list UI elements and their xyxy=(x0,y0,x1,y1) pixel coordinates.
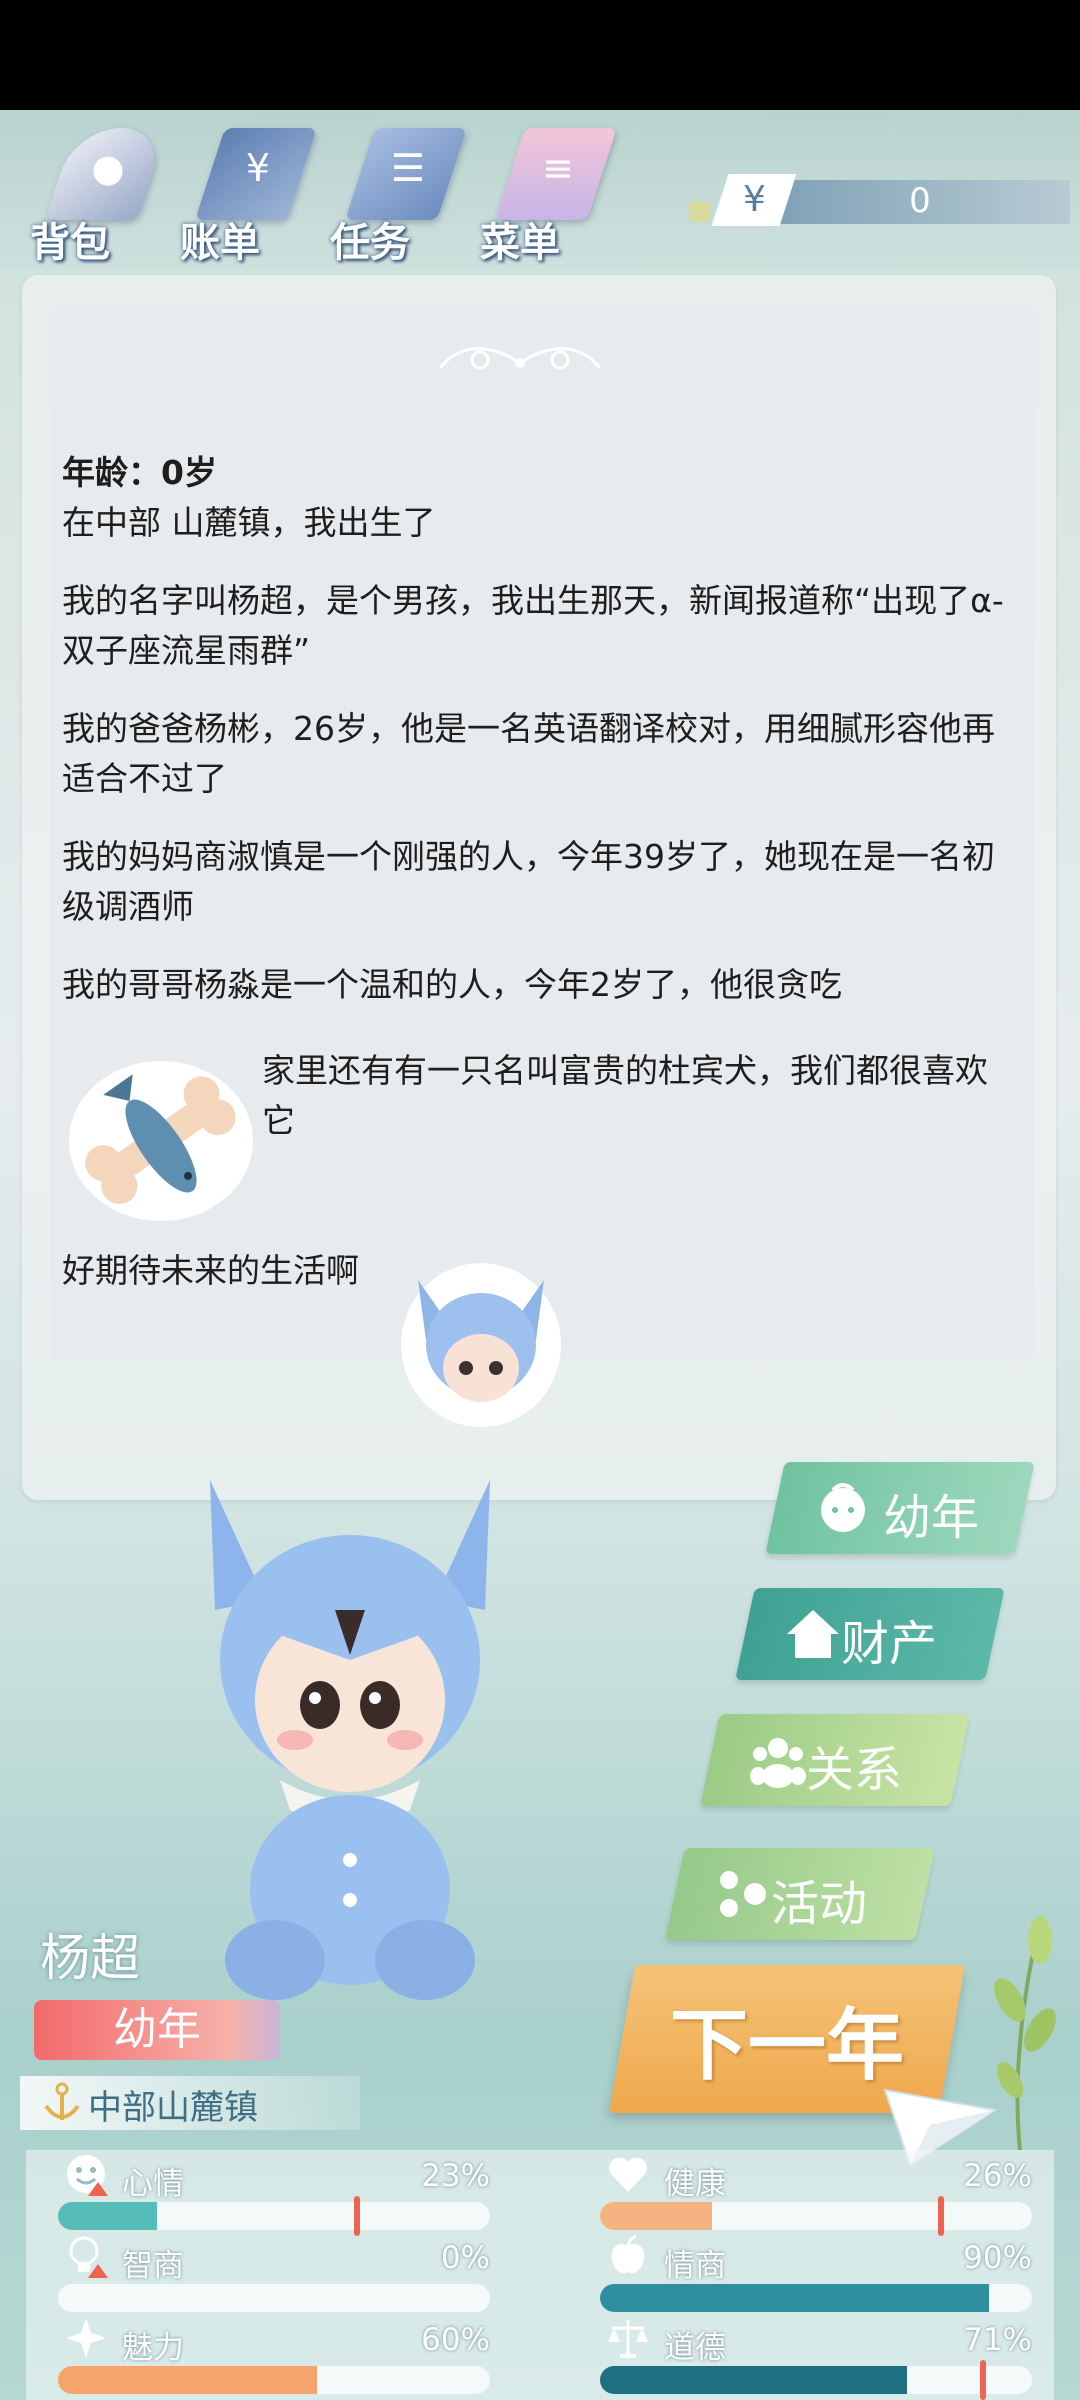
stat-bar xyxy=(58,2284,490,2312)
task-label: 任务 xyxy=(330,220,410,266)
anchor-icon xyxy=(44,2082,80,2120)
smile-icon xyxy=(67,2155,108,2196)
money-display: ¥ 0 xyxy=(690,174,1070,226)
location-badge: 中部山麓镇 xyxy=(20,2076,360,2130)
apple-icon xyxy=(611,2234,645,2274)
closing-line: 好期待未来的生活啊 xyxy=(62,1251,359,1290)
property-button[interactable]: 财产 xyxy=(735,1588,1005,1680)
activity-label: 活动 xyxy=(771,1876,868,1932)
relationship-label: 关系 xyxy=(806,1742,903,1798)
stat-bar xyxy=(58,2202,490,2230)
age-line: 年龄：0岁 xyxy=(62,453,217,492)
ornament-icon xyxy=(438,347,602,370)
property-label: 财产 xyxy=(841,1616,938,1672)
baby-face-icon xyxy=(821,1483,865,1532)
story-line: 我的哥哥杨淼是一个温和的人，今年2岁了，他很贪吃 xyxy=(62,965,842,1004)
story-line: 我的爸爸杨彬，26岁，他是一名英语翻译校对，用细腻形容他再适合不过了 xyxy=(62,709,995,798)
stat-fill xyxy=(58,2366,318,2394)
activity-icon xyxy=(720,1871,766,1917)
activity-button[interactable]: 活动 xyxy=(665,1848,935,1940)
next-year-label: 下一年 xyxy=(669,2001,904,2091)
stat-label: 情商 xyxy=(664,2248,726,2284)
avatar-sticker-icon xyxy=(401,1263,561,1427)
bill-icon: ¥ xyxy=(195,128,317,220)
stat-morality: 道德 71% xyxy=(596,2318,1032,2400)
bone-fish-icon xyxy=(69,1061,253,1221)
house-icon xyxy=(787,1610,839,1658)
stat-value: 0% xyxy=(440,2240,490,2276)
relationship-button[interactable]: 关系 xyxy=(700,1714,970,1806)
bill-button[interactable]: ¥ 账单 xyxy=(180,118,330,268)
stat-value: 60% xyxy=(421,2322,490,2358)
life-stage-badge: 幼年 xyxy=(34,2000,280,2060)
stat-charm: 魅力 60% xyxy=(54,2318,490,2394)
stat-eq: 情商 90% xyxy=(596,2234,1032,2312)
stat-bar xyxy=(58,2366,490,2394)
bag-label: 背包 xyxy=(30,220,110,266)
money-value: 0 xyxy=(909,181,931,221)
sparkle-icon xyxy=(66,2318,106,2358)
stat-value: 23% xyxy=(421,2158,490,2194)
heart-icon xyxy=(609,2157,647,2192)
character-name: 杨超 xyxy=(40,1929,140,1987)
stat-iq: 智商 0% xyxy=(54,2236,490,2312)
stat-value: 26% xyxy=(963,2158,1032,2194)
stat-marker xyxy=(938,2196,944,2236)
bill-label: 账单 xyxy=(180,220,260,266)
stat-label: 智商 xyxy=(122,2248,184,2284)
task-icon: ☰ xyxy=(345,128,467,220)
story-line: 我的妈妈商淑慎是一个刚强的人，今年39岁了，她现在是一名初级调酒师 xyxy=(62,837,995,926)
bag-button[interactable]: ● 背包 xyxy=(30,118,180,268)
stat-bar xyxy=(600,2202,1032,2230)
stat-value: 71% xyxy=(963,2322,1032,2358)
menu-button[interactable]: ≡ 菜单 xyxy=(480,118,630,268)
stat-bar xyxy=(600,2284,1032,2312)
stage-button-label: 幼年 xyxy=(883,1490,980,1546)
scales-icon xyxy=(608,2320,648,2358)
task-button[interactable]: ☰ 任务 xyxy=(330,118,480,268)
stat-bar xyxy=(600,2366,1032,2394)
status-bar xyxy=(0,0,1080,110)
stat-marker xyxy=(980,2360,986,2400)
bag-icon: ● xyxy=(45,128,167,220)
stat-mood: 心情 23% xyxy=(54,2154,490,2236)
location-label: 中部山麓镇 xyxy=(88,2088,258,2128)
stat-fill xyxy=(600,2284,989,2312)
menu-icon: ≡ xyxy=(495,128,617,220)
stat-fill xyxy=(600,2366,907,2394)
story-text: 年龄：0岁 在中部 山麓镇，我出生了 我的名字叫杨超，是个男孩，我出生那天，新闻… xyxy=(62,448,1012,1038)
money-dot xyxy=(690,202,710,222)
stat-label: 道德 xyxy=(664,2330,726,2366)
stage-button-childhood[interactable]: 幼年 xyxy=(765,1462,1035,1554)
stat-fill xyxy=(600,2202,713,2230)
stat-value: 90% xyxy=(963,2240,1032,2276)
stat-label: 心情 xyxy=(122,2166,184,2202)
character-avatar xyxy=(210,1480,490,2000)
lightbulb-icon xyxy=(69,2236,108,2278)
stat-fill xyxy=(58,2202,158,2230)
pet-line: 家里还有有一只名叫富贵的杜宾犬，我们都很喜欢它 xyxy=(262,1051,988,1140)
stat-marker xyxy=(354,2196,360,2236)
stat-label: 健康 xyxy=(664,2166,726,2202)
people-icon xyxy=(750,1738,806,1788)
story-line: 在中部 山麓镇，我出生了 xyxy=(62,503,436,542)
stat-health: 健康 26% xyxy=(596,2154,1032,2236)
story-line: 我的名字叫杨超，是个男孩，我出生那天，新闻报道称“出现了α-双子座流星雨群” xyxy=(62,581,1004,670)
stat-label: 魅力 xyxy=(122,2330,184,2366)
menu-label: 菜单 xyxy=(480,220,560,266)
